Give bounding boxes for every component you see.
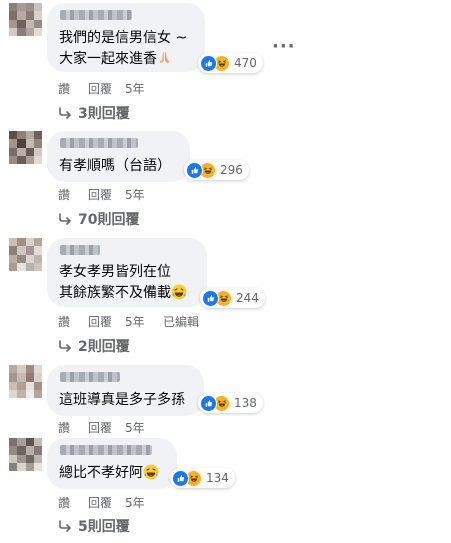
like-link[interactable]: 讚: [58, 494, 88, 511]
comment-bubble: 我們的是信男信女 ~ 大家一起來進香: [47, 3, 205, 72]
commenter-name[interactable]: [60, 372, 120, 382]
pray-emoji: [157, 50, 172, 65]
commenter-name[interactable]: [60, 138, 138, 148]
comment-text-line: 有孝順嗎（台語）: [59, 158, 171, 174]
timestamp[interactable]: 5年: [125, 80, 163, 97]
comment-text-line: 孝女孝男皆列在位: [59, 264, 171, 280]
comment-bubble: 有孝順嗎（台語）: [47, 131, 190, 182]
like-reaction-icon: [202, 289, 219, 307]
timestamp[interactable]: 5年: [125, 494, 163, 511]
reaction-count: 244: [236, 291, 259, 305]
comment-bubble: 總比不孝好阿: [47, 438, 177, 489]
avatar[interactable]: [9, 131, 42, 164]
replies-count: 70則回覆: [78, 212, 140, 228]
reaction-count: 296: [220, 163, 243, 177]
comment-text-line: 這班導真是多子多孫: [59, 392, 185, 408]
comment-text-fragment: 總比不孝好阿: [59, 465, 143, 481]
view-replies-link[interactable]: 70則回覆: [58, 209, 139, 229]
timestamp[interactable]: 5年: [125, 313, 163, 330]
reply-link[interactable]: 回覆: [88, 80, 125, 97]
comment-actions: 讚 回覆 5年: [58, 419, 163, 436]
reaction-summary[interactable]: 296: [184, 160, 249, 180]
view-replies-link[interactable]: 2則回覆: [58, 336, 130, 356]
comments-section: 我們的是信男信女 ~ 大家一起來進香 470 ··· 讚 回覆 5年 3則回覆: [0, 0, 451, 543]
replies-count: 3則回覆: [78, 106, 130, 122]
reply-link[interactable]: 回覆: [88, 186, 125, 203]
timestamp[interactable]: 5年: [125, 186, 163, 203]
reply-link[interactable]: 回覆: [88, 419, 125, 436]
comment-text-fragment: 大家一起來進香: [59, 51, 157, 67]
view-replies-link[interactable]: 5則回覆: [58, 516, 130, 536]
reply-arrow-icon: [58, 340, 72, 352]
reaction-summary[interactable]: 244: [200, 288, 265, 308]
like-link[interactable]: 讚: [58, 419, 88, 436]
comment-actions: 讚 回覆 5年: [58, 80, 163, 97]
reaction-summary[interactable]: 470: [198, 53, 263, 73]
avatar[interactable]: [9, 3, 42, 36]
comment-bubble: 這班導真是多子多孫: [47, 365, 204, 416]
reaction-summary[interactable]: 134: [170, 468, 235, 488]
comment-actions: 讚 回覆 5年: [58, 186, 163, 203]
commenter-name[interactable]: [60, 10, 132, 20]
reply-arrow-icon: [58, 107, 72, 119]
like-reaction-icon: [172, 469, 189, 487]
reply-link[interactable]: 回覆: [88, 494, 125, 511]
laughing-emoji: [171, 284, 187, 300]
comment-text-fragment: 其餘族繁不及備載: [59, 285, 171, 301]
comment-text-line: 我們的是信男信女 ~: [59, 30, 188, 46]
commenter-name[interactable]: [60, 445, 152, 455]
comment-bubble: 孝女孝男皆列在位 其餘族繁不及備載: [47, 238, 207, 307]
reaction-count: 134: [206, 471, 229, 485]
reaction-count: 138: [234, 396, 257, 410]
comment-text-line: 總比不孝好阿: [59, 463, 159, 484]
reaction-count: 470: [234, 56, 257, 70]
avatar[interactable]: [9, 365, 42, 398]
comment-text-line: 其餘族繁不及備載: [59, 283, 187, 304]
reply-arrow-icon: [58, 213, 72, 225]
more-options-icon[interactable]: ···: [272, 36, 296, 57]
like-reaction-icon: [200, 394, 217, 412]
like-link[interactable]: 讚: [58, 186, 88, 203]
like-reaction-icon: [200, 54, 217, 72]
reaction-summary[interactable]: 138: [198, 393, 263, 413]
commenter-name[interactable]: [60, 245, 100, 255]
like-link[interactable]: 讚: [58, 80, 88, 97]
comment-actions: 讚 回覆 5年 已編輯: [58, 313, 199, 330]
timestamp[interactable]: 5年: [125, 419, 163, 436]
edited-label[interactable]: 已編輯: [163, 313, 199, 330]
view-replies-link[interactable]: 3則回覆: [58, 103, 130, 123]
reply-link[interactable]: 回覆: [88, 313, 125, 330]
reply-arrow-icon: [58, 520, 72, 532]
like-link[interactable]: 讚: [58, 313, 88, 330]
comment-text-line: 大家一起來進香: [59, 49, 172, 70]
comment-actions: 讚 回覆 5年: [58, 494, 163, 511]
avatar[interactable]: [9, 438, 42, 471]
avatar[interactable]: [9, 238, 42, 271]
replies-count: 2則回覆: [78, 339, 130, 355]
replies-count: 5則回覆: [78, 519, 130, 535]
laughing-emoji: [143, 464, 159, 480]
like-reaction-icon: [186, 161, 203, 179]
